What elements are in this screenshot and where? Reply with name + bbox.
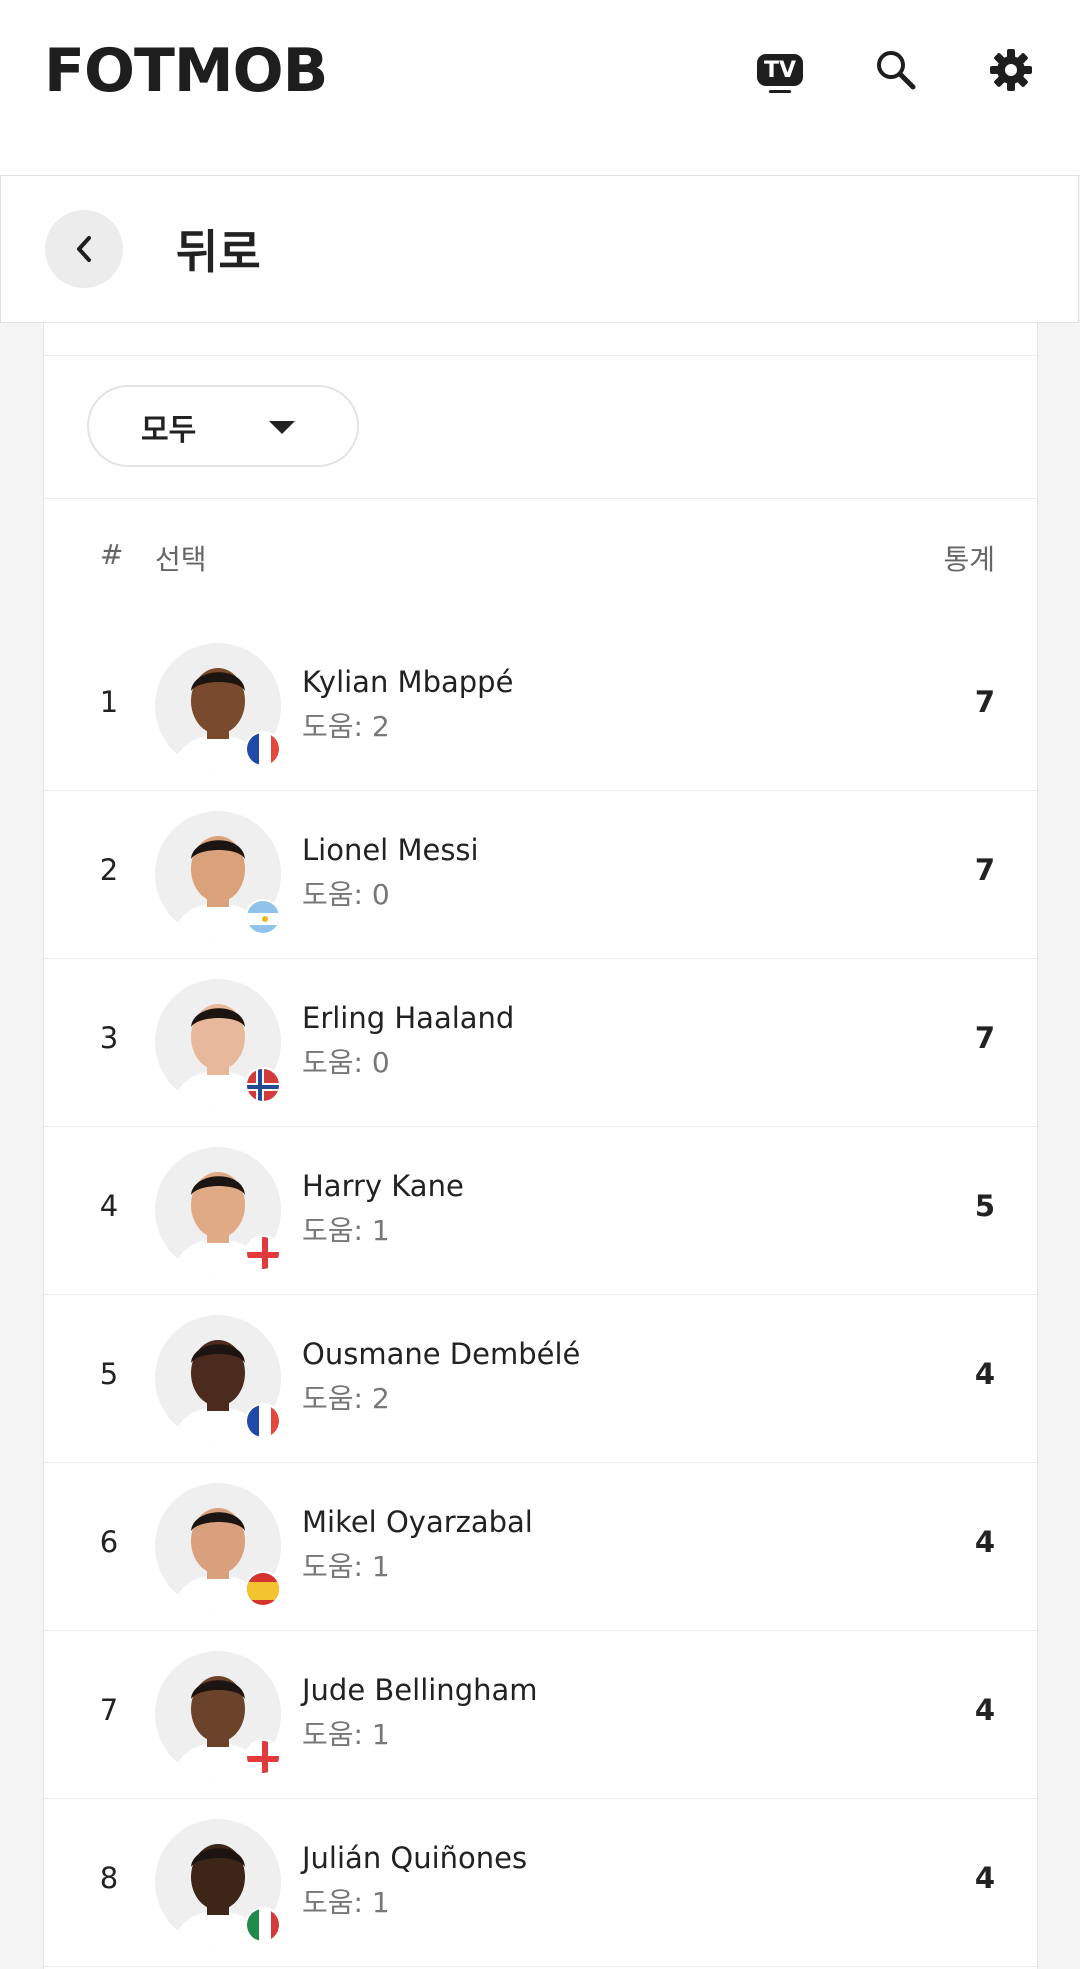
player-list: 1 Kylian Mbappé 도움: 2 7 2 Lionel Messi 도… (44, 623, 1037, 1967)
player-assists: 도움: 0 (302, 878, 390, 911)
player-name: Lionel Messi (302, 833, 479, 867)
stats-card: 모두 # 선택 통계 1 Kylian Mbappé 도움: 2 7 2 Lio… (43, 323, 1038, 1969)
player-stat: 4 (974, 1861, 995, 1895)
player-avatar (155, 1483, 281, 1609)
player-name: Kylian Mbappé (302, 665, 514, 699)
table-header: # 선택 통계 (44, 538, 1037, 588)
rank: 7 (99, 1693, 119, 1727)
player-row[interactable]: 5 Ousmane Dembélé 도움: 2 4 (44, 1295, 1037, 1463)
fotmob-logo[interactable]: FOTMOB (44, 36, 328, 106)
player-avatar (155, 1651, 281, 1777)
player-row[interactable]: 8 Julián Quiñones 도움: 1 4 (44, 1799, 1037, 1967)
player-row[interactable]: 2 Lionel Messi 도움: 0 7 (44, 791, 1037, 959)
tv-label: TV (756, 54, 804, 93)
player-name: Mikel Oyarzabal (302, 1505, 533, 1539)
rank: 4 (99, 1189, 119, 1223)
caret-down-icon (269, 421, 295, 434)
player-row[interactable]: 6 Mikel Oyarzabal 도움: 1 4 (44, 1463, 1037, 1631)
filter-dropdown[interactable]: 모두 (87, 385, 359, 467)
tv-icon[interactable]: TV (754, 44, 806, 96)
player-assists: 도움: 1 (302, 1886, 390, 1919)
rank: 1 (99, 685, 119, 719)
player-name: Harry Kane (302, 1169, 464, 1203)
player-assists: 도움: 1 (302, 1214, 390, 1247)
rank: 5 (99, 1357, 119, 1391)
player-stat: 7 (974, 853, 995, 887)
player-assists: 도움: 2 (302, 710, 390, 743)
player-stat: 4 (974, 1357, 995, 1391)
player-row[interactable]: 4 Harry Kane 도움: 1 5 (44, 1127, 1037, 1295)
player-avatar (155, 643, 281, 769)
player-assists: 도움: 1 (302, 1550, 390, 1583)
player-stat: 7 (974, 685, 995, 719)
player-name: Julián Quiñones (302, 1841, 528, 1875)
top-app-bar: FOTMOB TV (0, 0, 1080, 176)
player-assists: 도움: 2 (302, 1382, 390, 1415)
player-stat: 4 (974, 1525, 995, 1559)
player-avatar (155, 1147, 281, 1273)
column-player: 선택 (155, 543, 207, 576)
player-stat: 4 (974, 1693, 995, 1727)
player-row[interactable]: 7 Jude Bellingham 도움: 1 4 (44, 1631, 1037, 1799)
gear-icon[interactable] (985, 44, 1037, 96)
player-assists: 도움: 1 (302, 1718, 390, 1751)
player-name: Erling Haaland (302, 1001, 515, 1035)
column-rank: # (100, 538, 124, 571)
player-name: Ousmane Dembélé (302, 1337, 581, 1371)
flag-icon (245, 1235, 281, 1271)
flag-icon (245, 899, 281, 935)
player-row[interactable]: 3 Erling Haaland 도움: 0 7 (44, 959, 1037, 1127)
rank: 8 (99, 1861, 119, 1895)
logo-text: FOTMOB (44, 36, 328, 106)
back-header: 뒤로 (0, 175, 1079, 323)
back-button[interactable] (45, 210, 123, 288)
gear-icon-svg (990, 49, 1032, 91)
player-name: Jude Bellingham (302, 1673, 538, 1707)
flag-icon (245, 1907, 281, 1943)
page-title: 뒤로 (176, 225, 261, 279)
column-stat: 통계 (943, 543, 995, 576)
player-stat: 7 (974, 1021, 995, 1055)
flag-icon (245, 1403, 281, 1439)
player-stat: 5 (974, 1189, 995, 1223)
flag-icon (245, 1067, 281, 1103)
divider (44, 498, 1037, 499)
player-avatar (155, 1315, 281, 1441)
search-icon-svg (877, 51, 916, 90)
player-avatar (155, 811, 281, 937)
flag-icon (245, 731, 281, 767)
flag-icon (245, 1571, 281, 1607)
player-avatar (155, 979, 281, 1105)
player-avatar (155, 1819, 281, 1945)
rank: 2 (99, 853, 119, 887)
flag-icon (245, 1739, 281, 1775)
chevron-left-icon (77, 236, 91, 262)
rank: 3 (99, 1021, 119, 1055)
divider (44, 355, 1037, 356)
search-icon[interactable] (870, 44, 922, 96)
filter-selected-label: 모두 (141, 413, 197, 448)
player-assists: 도움: 0 (302, 1046, 390, 1079)
rank: 6 (99, 1525, 119, 1559)
player-row[interactable]: 1 Kylian Mbappé 도움: 2 7 (44, 623, 1037, 791)
